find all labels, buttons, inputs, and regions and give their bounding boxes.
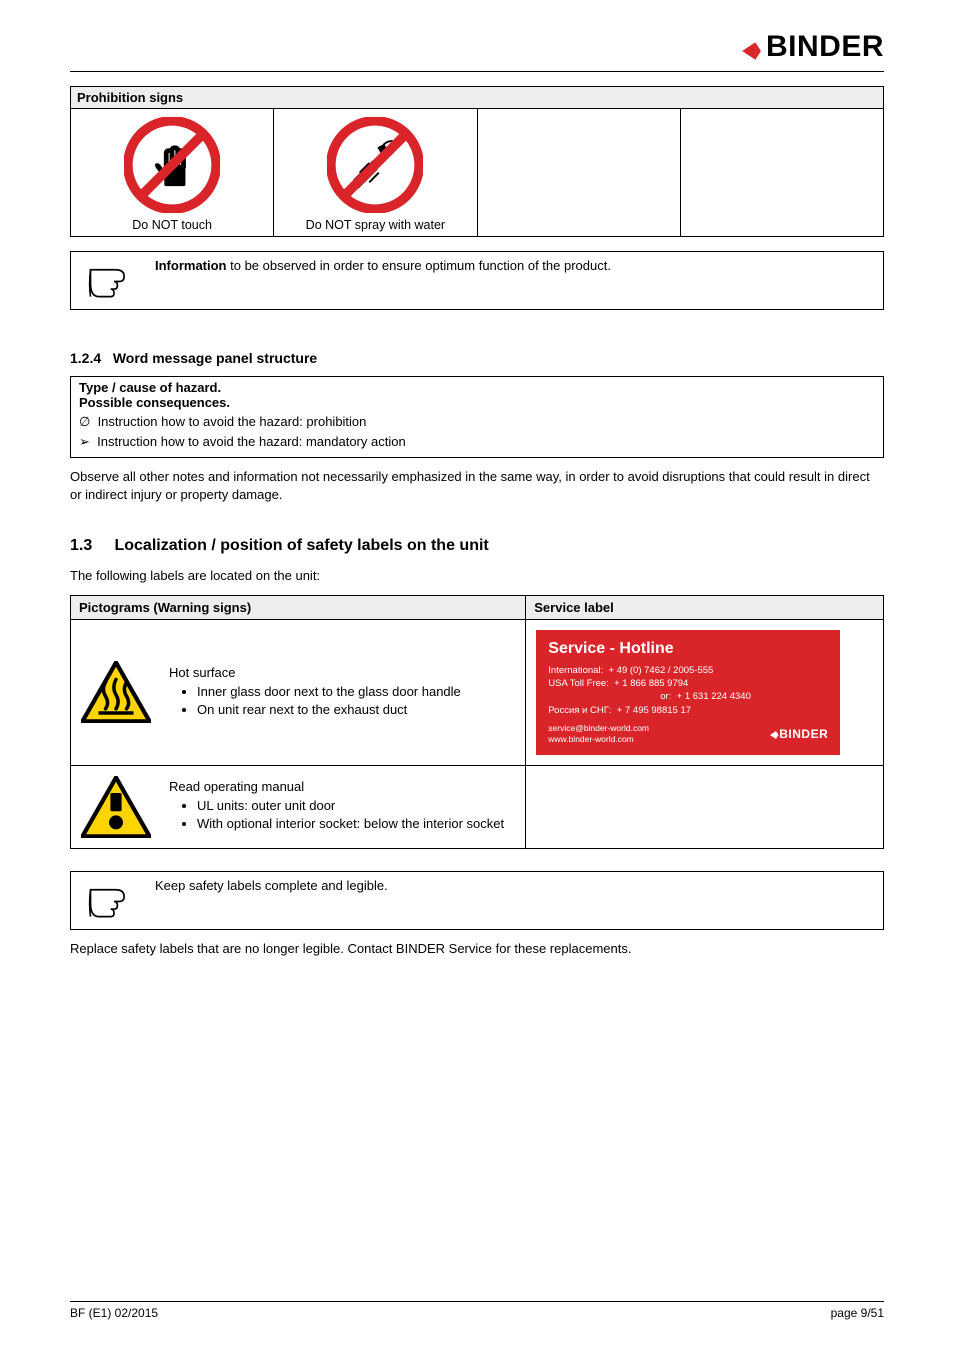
information-box: Information Information to be observed i… bbox=[70, 251, 884, 310]
sec-13-heading: 1.3 Localization / position of safety la… bbox=[70, 537, 884, 555]
do-not-spray-icon bbox=[327, 117, 423, 213]
prohibition-table: Prohibition signs Do NOT touch bbox=[70, 86, 884, 237]
hazard-consequences: Possible consequences. bbox=[79, 395, 875, 410]
footer-right: page 9/51 bbox=[831, 1306, 884, 1320]
sign-label: Do NOT touch bbox=[75, 218, 269, 232]
service-brand: BINDER bbox=[769, 727, 828, 741]
service-label: Service - Hotline International: + 49 (0… bbox=[536, 630, 840, 755]
sec-num: 1.2.4 bbox=[70, 350, 101, 366]
header-logo: BINDER bbox=[70, 30, 884, 65]
information-word: Information bbox=[155, 258, 227, 273]
li2-text: Instruction how to avoid the hazard: man… bbox=[97, 434, 406, 449]
prohibition-title: Prohibition signs bbox=[71, 87, 884, 109]
footer-left: BF (E1) 02/2015 bbox=[70, 1306, 158, 1320]
page-footer: BF (E1) 02/2015 page 9/51 bbox=[70, 1301, 884, 1320]
col1-header: Pictograms (Warning signs) bbox=[71, 595, 526, 619]
logo-triangle-icon bbox=[740, 40, 762, 65]
row1-b1: Inner glass door next to the glass door … bbox=[197, 684, 461, 699]
do-not-touch-icon bbox=[124, 117, 220, 213]
sec124-note: Observe all other notes and information … bbox=[70, 468, 884, 503]
service-email: service@binder-world.com bbox=[548, 723, 649, 734]
sl1b: + 49 (0) 7462 / 2005-555 bbox=[608, 665, 713, 676]
row2-b1: UL units: outer unit door bbox=[197, 798, 504, 813]
pictogram-table: Pictograms (Warning signs) Service label bbox=[70, 595, 884, 849]
service-url: www.binder-world.com bbox=[548, 734, 649, 745]
hazard-mandatory: ➢ Instruction how to avoid the hazard: m… bbox=[79, 434, 875, 450]
keep-labels-text: Keep safety labels complete and legible. bbox=[147, 871, 884, 929]
sl1a: International: bbox=[548, 665, 603, 676]
keep-labels-box: Keep safety labels complete and legible. bbox=[70, 871, 884, 930]
hazard-title: Type / cause of hazard. bbox=[79, 380, 875, 395]
sign-label: Do NOT spray with water bbox=[278, 218, 472, 232]
hazard-prohibition: ∅ Instruction how to avoid the hazard: p… bbox=[79, 414, 875, 430]
sec13-intro: The following labels are located on the … bbox=[70, 567, 884, 585]
row2-b2: With optional interior socket: below the… bbox=[197, 816, 504, 831]
col2-header: Service label bbox=[526, 595, 884, 619]
sl3b: + 1 631 224 4340 bbox=[677, 691, 751, 702]
hand-pointing-icon bbox=[83, 878, 135, 920]
sec-num: 1.3 bbox=[70, 537, 92, 554]
hot-surface-icon bbox=[81, 661, 151, 723]
sl2b: + 1 866 885 9794 bbox=[614, 678, 688, 689]
sec-title: Localization / position of safety labels… bbox=[114, 537, 488, 554]
sl4b: + 7 495 98815 17 bbox=[617, 705, 691, 716]
logo-text: BINDER bbox=[766, 30, 884, 63]
sl4a: Россия и СНГ: bbox=[548, 705, 611, 716]
li1-text: Instruction how to avoid the hazard: pro… bbox=[98, 414, 367, 429]
hazard-box: Type / cause of hazard. Possible consequ… bbox=[70, 376, 884, 458]
read-manual-icon bbox=[81, 776, 151, 838]
row1-b2: On unit rear next to the exhaust duct bbox=[197, 702, 461, 717]
row1-title: Hot surface bbox=[169, 665, 461, 680]
service-brand-text: BINDER bbox=[779, 727, 828, 741]
header-divider bbox=[70, 71, 884, 72]
replace-note: Replace safety labels that are no longer… bbox=[70, 940, 884, 958]
information-text: Information Information to be observed i… bbox=[147, 252, 884, 310]
sl2a: USA Toll Free: bbox=[548, 678, 609, 689]
row2-title: Read operating manual bbox=[169, 779, 504, 794]
service-title: Service - Hotline bbox=[548, 640, 828, 658]
hand-pointing-icon bbox=[83, 258, 135, 300]
sl3a: or: bbox=[660, 691, 671, 702]
sec-title: Word message panel structure bbox=[113, 350, 317, 366]
sec-124-heading: 1.2.4 Word message panel structure bbox=[70, 350, 884, 366]
